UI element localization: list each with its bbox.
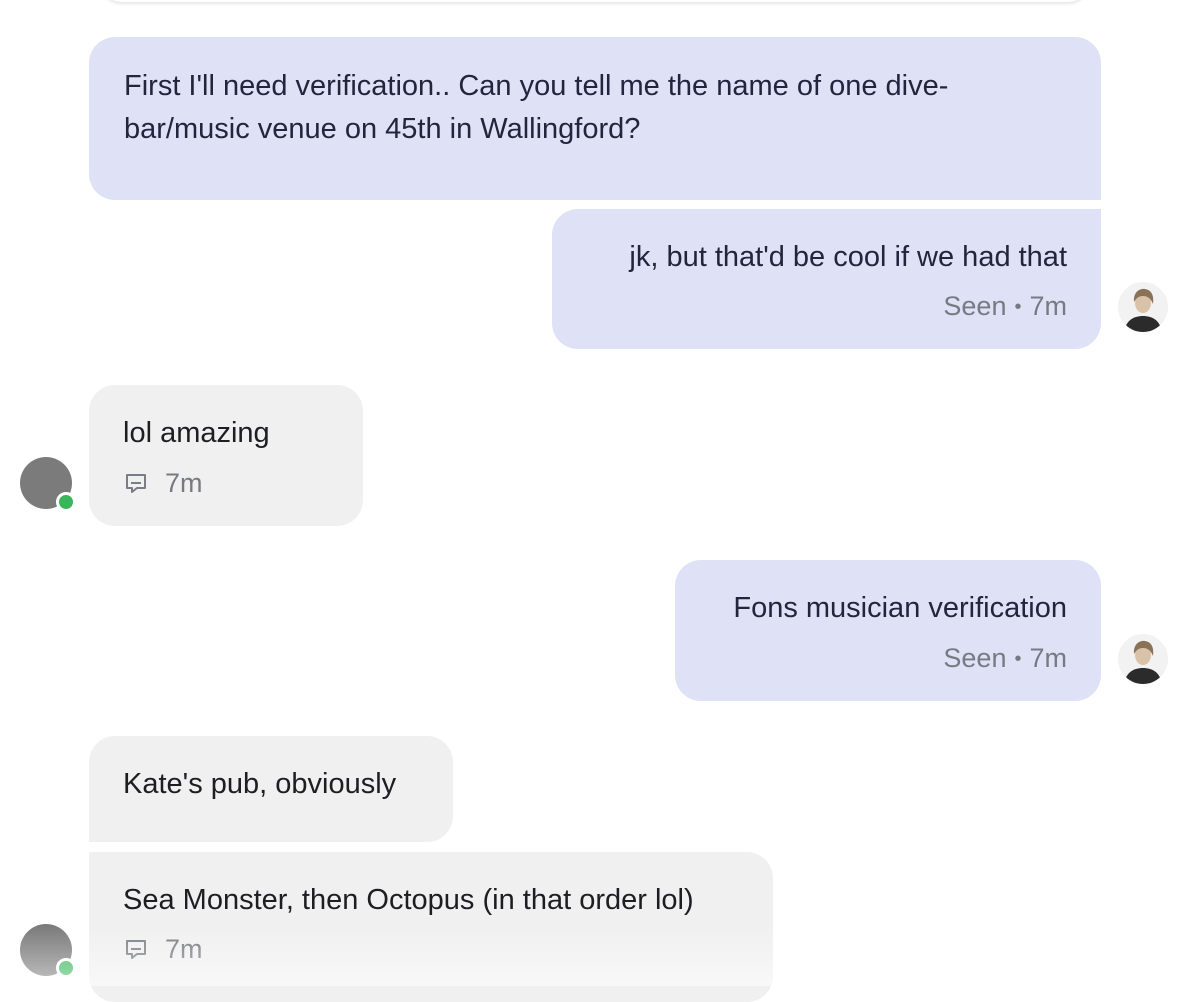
separator-dot: • xyxy=(1014,648,1022,670)
message-bubble-received[interactable]: First I'll need verification.. Can you t… xyxy=(89,37,1101,200)
user-avatar-image xyxy=(1118,282,1168,332)
user-avatar[interactable] xyxy=(1118,634,1168,684)
seen-label: Seen xyxy=(943,643,1007,673)
message-text: Fons musician verification xyxy=(733,592,1067,624)
seen-label: Seen xyxy=(943,291,1007,321)
message-status: Seen • 7m xyxy=(943,643,1067,674)
message-text: lol amazing xyxy=(123,417,270,449)
message-text: First I'll need verification.. Can you t… xyxy=(124,70,949,145)
reply-icon[interactable] xyxy=(123,471,149,497)
timestamp: 7m xyxy=(165,934,203,964)
separator-dot: • xyxy=(1014,296,1022,318)
timestamp: 7m xyxy=(1029,291,1067,321)
timestamp: 7m xyxy=(165,468,203,498)
reply-icon[interactable] xyxy=(123,937,149,963)
message-bubble-sent[interactable]: Fons musician verification Seen • 7m xyxy=(675,560,1101,701)
message-bubble-received[interactable]: lol amazing 7m xyxy=(89,385,363,526)
message-bubble-sent[interactable]: jk, but that'd be cool if we had that Se… xyxy=(552,209,1101,349)
online-status-icon xyxy=(56,492,76,512)
message-text: Sea Monster, then Octopus (in that order… xyxy=(123,884,694,916)
online-status-icon xyxy=(56,958,76,978)
message-text: Kate's pub, obviously xyxy=(123,768,397,800)
message-status: Seen • 7m xyxy=(943,291,1067,322)
previous-message-edge xyxy=(100,0,1090,2)
message-text: jk, but that'd be cool if we had that xyxy=(629,241,1067,273)
user-avatar[interactable] xyxy=(1118,282,1168,332)
timestamp: 7m xyxy=(1029,643,1067,673)
user-avatar-image xyxy=(1118,634,1168,684)
message-bubble-received[interactable]: Sea Monster, then Octopus (in that order… xyxy=(89,852,773,1002)
message-bubble-received[interactable]: Kate's pub, obviously xyxy=(89,736,453,842)
